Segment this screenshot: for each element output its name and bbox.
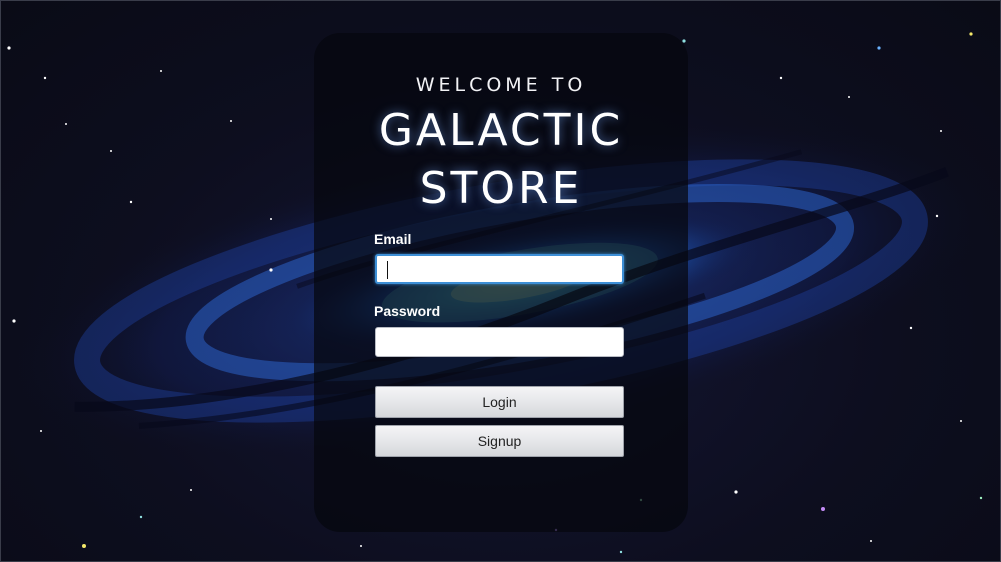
store-title-line-2: STORE xyxy=(419,163,583,214)
signup-button[interactable]: Signup xyxy=(375,425,624,457)
login-button[interactable]: Login xyxy=(375,386,624,418)
galaxy-background: WELCOME TO GALACTIC STORE Email Password… xyxy=(0,0,1001,562)
text-caret xyxy=(387,261,388,279)
password-field[interactable] xyxy=(375,327,624,357)
password-label: Password xyxy=(374,303,441,319)
welcome-heading: WELCOME TO xyxy=(415,74,587,96)
login-panel: WELCOME TO GALACTIC STORE Email Password… xyxy=(314,33,688,532)
email-label: Email xyxy=(374,231,412,247)
store-title-line-1: GALACTIC xyxy=(378,105,624,156)
email-field[interactable] xyxy=(375,254,624,284)
